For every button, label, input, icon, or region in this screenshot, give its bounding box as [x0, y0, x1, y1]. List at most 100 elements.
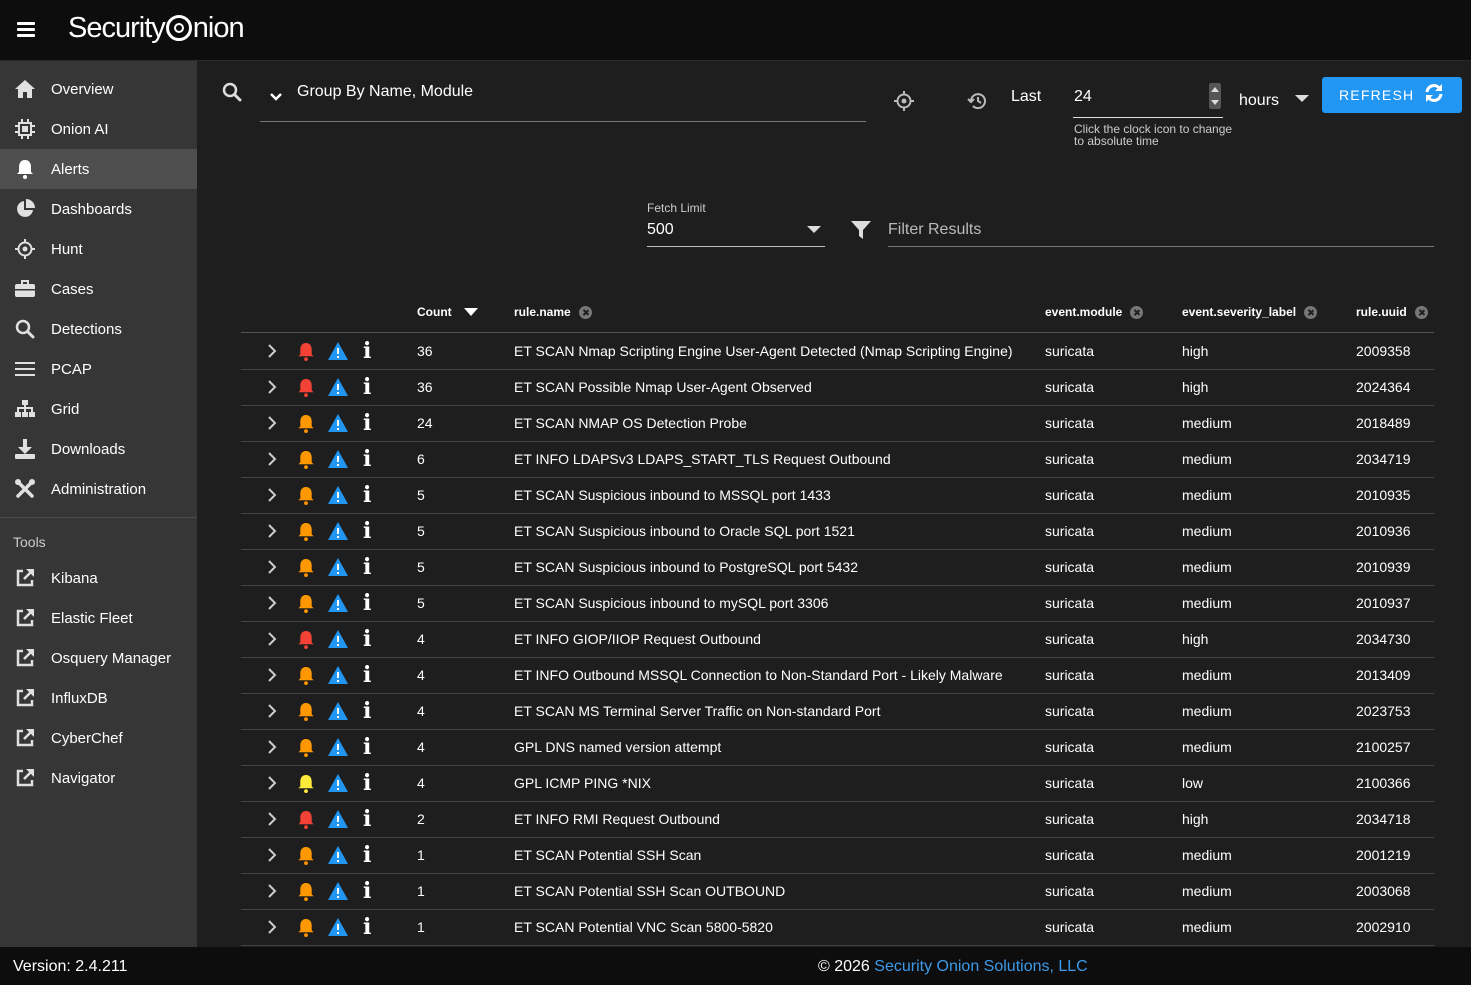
expand-chevron-icon[interactable] [267, 560, 277, 579]
time-unit-select[interactable]: hours [1239, 92, 1279, 110]
header-rule-uuid[interactable]: rule.uuid [1356, 305, 1428, 319]
header-rule-name[interactable]: rule.name [514, 305, 592, 319]
info-icon[interactable]: i [363, 340, 371, 362]
company-link[interactable]: Security Onion Solutions, LLC [874, 958, 1087, 975]
cell-event-module[interactable]: suricata [1045, 883, 1094, 899]
info-icon[interactable]: i [363, 736, 371, 758]
chevron-down-icon[interactable] [268, 89, 284, 110]
table-row[interactable]: i 5 ET SCAN Suspicious inbound to Oracle S… [241, 513, 1434, 550]
tool-link-elastic-fleet[interactable]: Elastic Fleet [0, 598, 197, 638]
table-row[interactable]: i 4 ET SCAN MS Terminal Server Traffic on … [241, 693, 1434, 730]
escalate-warning-icon[interactable] [328, 450, 348, 473]
expand-chevron-icon[interactable] [267, 668, 277, 687]
cell-event-module[interactable]: suricata [1045, 703, 1094, 719]
expand-chevron-icon[interactable] [267, 596, 277, 615]
acknowledge-bell-icon[interactable] [297, 414, 315, 438]
escalate-warning-icon[interactable] [328, 810, 348, 833]
info-icon[interactable]: i [363, 484, 371, 506]
sidebar-item-overview[interactable]: Overview [0, 69, 197, 109]
search-icon[interactable] [221, 81, 243, 108]
info-icon[interactable]: i [363, 808, 371, 830]
expand-chevron-icon[interactable] [267, 884, 277, 903]
info-icon[interactable]: i [363, 628, 371, 650]
cell-rule-uuid[interactable]: 2034718 [1356, 811, 1411, 827]
acknowledge-bell-icon[interactable] [297, 522, 315, 546]
cell-event-module[interactable]: suricata [1045, 595, 1094, 611]
expand-chevron-icon[interactable] [267, 452, 277, 471]
cell-event-module[interactable]: suricata [1045, 919, 1094, 935]
header-count-label[interactable]: Count [417, 305, 452, 319]
escalate-warning-icon[interactable] [328, 738, 348, 761]
cell-event-module[interactable]: suricata [1045, 343, 1094, 359]
table-row[interactable]: i 5 ET SCAN Suspicious inbound to mySQL po… [241, 585, 1434, 622]
cell-rule-name[interactable]: ET SCAN Possible Nmap User-Agent Observe… [514, 379, 812, 395]
cell-rule-name[interactable]: ET SCAN Potential VNC Scan 5800-5820 [514, 919, 773, 935]
table-row[interactable]: i 36 ET SCAN Nmap Scripting Engine User-Ag… [241, 333, 1434, 370]
cell-severity[interactable]: medium [1182, 883, 1232, 899]
header-event-module[interactable]: event.module [1045, 305, 1144, 319]
expand-chevron-icon[interactable] [267, 776, 277, 795]
cell-count[interactable]: 4 [417, 775, 425, 791]
caret-down-icon[interactable] [1295, 95, 1309, 102]
acknowledge-bell-icon[interactable] [297, 486, 315, 510]
table-row[interactable]: i 5 ET SCAN Suspicious inbound to MSSQL po… [241, 477, 1434, 514]
sidebar-item-pcap[interactable]: PCAP [0, 349, 197, 389]
crosshairs-icon[interactable] [894, 91, 914, 116]
escalate-warning-icon[interactable] [328, 594, 348, 617]
cell-rule-uuid[interactable]: 2034719 [1356, 451, 1411, 467]
acknowledge-bell-icon[interactable] [297, 918, 315, 942]
escalate-warning-icon[interactable] [328, 522, 348, 545]
sidebar-item-alerts[interactable]: Alerts [0, 149, 197, 189]
sidebar-item-cases[interactable]: Cases [0, 269, 197, 309]
cell-count[interactable]: 4 [417, 667, 425, 683]
info-icon[interactable]: i [363, 772, 371, 794]
cell-rule-uuid[interactable]: 2010937 [1356, 595, 1411, 611]
cell-severity[interactable]: medium [1182, 559, 1232, 575]
header-severity-label[interactable]: event.severity_label [1182, 305, 1296, 319]
expand-chevron-icon[interactable] [267, 632, 277, 651]
table-row[interactable]: i 4 GPL ICMP PING *NIX suricata low 2100366 [241, 765, 1434, 802]
relative-time-input[interactable]: 24 [1073, 83, 1223, 118]
escalate-warning-icon[interactable] [328, 918, 348, 941]
cell-rule-uuid[interactable]: 2013409 [1356, 667, 1411, 683]
cell-rule-name[interactable]: ET SCAN NMAP OS Detection Probe [514, 415, 747, 431]
cell-event-module[interactable]: suricata [1045, 811, 1094, 827]
cell-severity[interactable]: medium [1182, 487, 1232, 503]
cell-event-module[interactable]: suricata [1045, 775, 1094, 791]
cell-rule-uuid[interactable]: 2024364 [1356, 379, 1411, 395]
cell-severity[interactable]: high [1182, 379, 1208, 395]
sidebar-item-administration[interactable]: Administration [0, 469, 197, 509]
cell-severity[interactable]: high [1182, 811, 1208, 827]
info-icon[interactable]: i [363, 448, 371, 470]
cell-event-module[interactable]: suricata [1045, 559, 1094, 575]
cell-rule-uuid[interactable]: 2010935 [1356, 487, 1411, 503]
cell-severity[interactable]: medium [1182, 667, 1232, 683]
tool-link-osquery-manager[interactable]: Osquery Manager [0, 638, 197, 678]
cell-count[interactable]: 5 [417, 487, 425, 503]
cell-rule-name[interactable]: ET INFO GIOP/IIOP Request Outbound [514, 631, 761, 647]
expand-chevron-icon[interactable] [267, 740, 277, 759]
acknowledge-bell-icon[interactable] [297, 666, 315, 690]
expand-chevron-icon[interactable] [267, 416, 277, 435]
table-row[interactable]: i 5 ET SCAN Suspicious inbound to PostgreS… [241, 549, 1434, 586]
escalate-warning-icon[interactable] [328, 702, 348, 725]
header-module-label[interactable]: event.module [1045, 305, 1122, 319]
sidebar-item-hunt[interactable]: Hunt [0, 229, 197, 269]
expand-chevron-icon[interactable] [267, 812, 277, 831]
cell-rule-name[interactable]: ET SCAN MS Terminal Server Traffic on No… [514, 703, 880, 719]
cell-severity[interactable]: medium [1182, 703, 1232, 719]
cell-rule-name[interactable]: ET SCAN Suspicious inbound to Oracle SQL… [514, 523, 855, 539]
sidebar-item-detections[interactable]: Detections [0, 309, 197, 349]
info-icon[interactable]: i [363, 844, 371, 866]
info-icon[interactable]: i [363, 376, 371, 398]
acknowledge-bell-icon[interactable] [297, 882, 315, 906]
header-uuid-label[interactable]: rule.uuid [1356, 305, 1407, 319]
info-icon[interactable]: i [363, 880, 371, 902]
cell-event-module[interactable]: suricata [1045, 667, 1094, 683]
cell-count[interactable]: 2 [417, 811, 425, 827]
cell-severity[interactable]: medium [1182, 595, 1232, 611]
expand-chevron-icon[interactable] [267, 920, 277, 939]
hamburger-menu-icon[interactable] [14, 17, 38, 41]
cell-rule-name[interactable]: ET INFO Outbound MSSQL Connection to Non… [514, 667, 1003, 683]
expand-chevron-icon[interactable] [267, 344, 277, 363]
